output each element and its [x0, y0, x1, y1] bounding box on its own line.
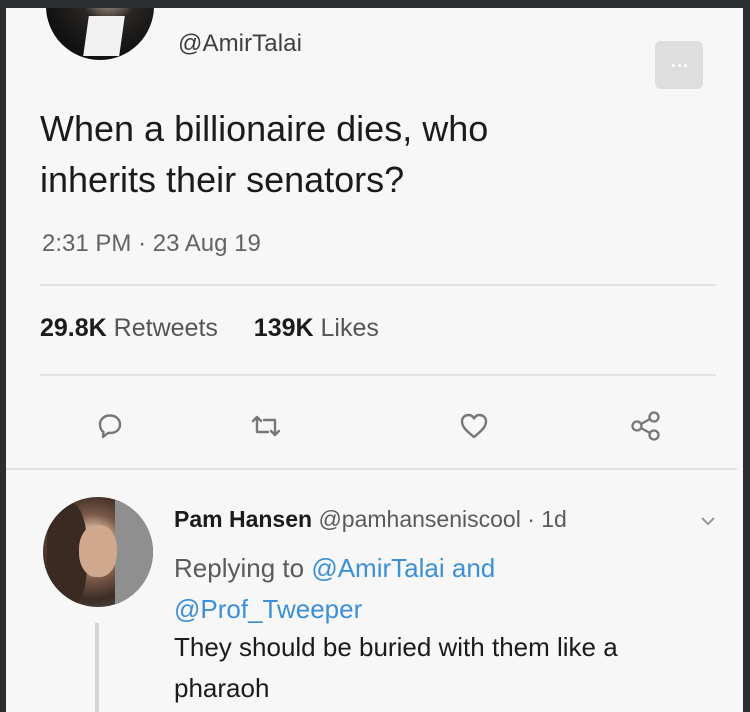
meta-separator: ·: [138, 230, 153, 257]
author-avatar[interactable]: [46, 8, 154, 60]
chevron-down-icon[interactable]: [699, 514, 717, 528]
author-handle[interactable]: @AmirTalai: [178, 30, 302, 58]
avatar-shirt: [83, 16, 125, 56]
likes-stat[interactable]: 139K Likes: [254, 314, 379, 342]
retweet-button[interactable]: [246, 406, 286, 446]
more-dot-icon: [677, 63, 681, 67]
thread-line: [95, 623, 99, 712]
divider: [40, 284, 716, 286]
reply-text: They should be buried with them like a p…: [174, 632, 618, 703]
meta-separator: ·: [527, 506, 542, 532]
replying-to: Replying to @AmirTalai and @Prof_Tweeper: [174, 548, 714, 630]
share-icon: [631, 411, 660, 441]
tweet-card: @AmirTalai When a billionaire dies, who …: [6, 8, 743, 712]
more-dot-icon: [671, 63, 675, 67]
likes-label: Likes: [320, 314, 379, 342]
reply-header: Pam Hansen @pamhanseniscool · 1d: [174, 506, 567, 533]
divider: [6, 468, 737, 470]
tweet-stats: 29.8K Retweets 139K Likes: [40, 314, 379, 343]
reply-age: 1d: [541, 506, 567, 532]
retweets-label: Retweets: [113, 314, 218, 342]
mention-link[interactable]: @AmirTalai: [311, 553, 444, 583]
retweet-icon: [251, 415, 281, 437]
reply-button[interactable]: [90, 406, 130, 446]
more-options-button[interactable]: [655, 41, 703, 89]
more-dot-icon: [683, 63, 687, 67]
avatar-background: [115, 497, 153, 607]
and-word: and: [451, 553, 496, 583]
share-button[interactable]: [626, 406, 666, 446]
reply-author-name[interactable]: Pam Hansen: [174, 506, 312, 532]
likes-count: 139K: [253, 314, 314, 342]
divider: [40, 374, 716, 376]
retweets-stat[interactable]: 29.8K Retweets: [40, 314, 225, 342]
replying-prefix: Replying to: [174, 553, 305, 583]
like-button[interactable]: [454, 406, 494, 446]
tweet-timestamp: 2:31 PM · 23 Aug 19: [42, 230, 261, 258]
reply-author-handle[interactable]: @pamhanseniscool: [318, 506, 520, 532]
tweet-time: 2:31 PM: [42, 230, 132, 257]
tweet-text: When a billionaire dies, who inherits th…: [40, 108, 489, 200]
tweet-date: 23 Aug 19: [152, 230, 261, 257]
avatar-face: [79, 525, 117, 577]
retweets-count: 29.8K: [40, 314, 107, 342]
reply-avatar[interactable]: [43, 497, 153, 607]
heart-icon: [460, 413, 488, 439]
mention-link[interactable]: @Prof_Tweeper: [174, 594, 362, 624]
reply-icon: [98, 414, 122, 439]
